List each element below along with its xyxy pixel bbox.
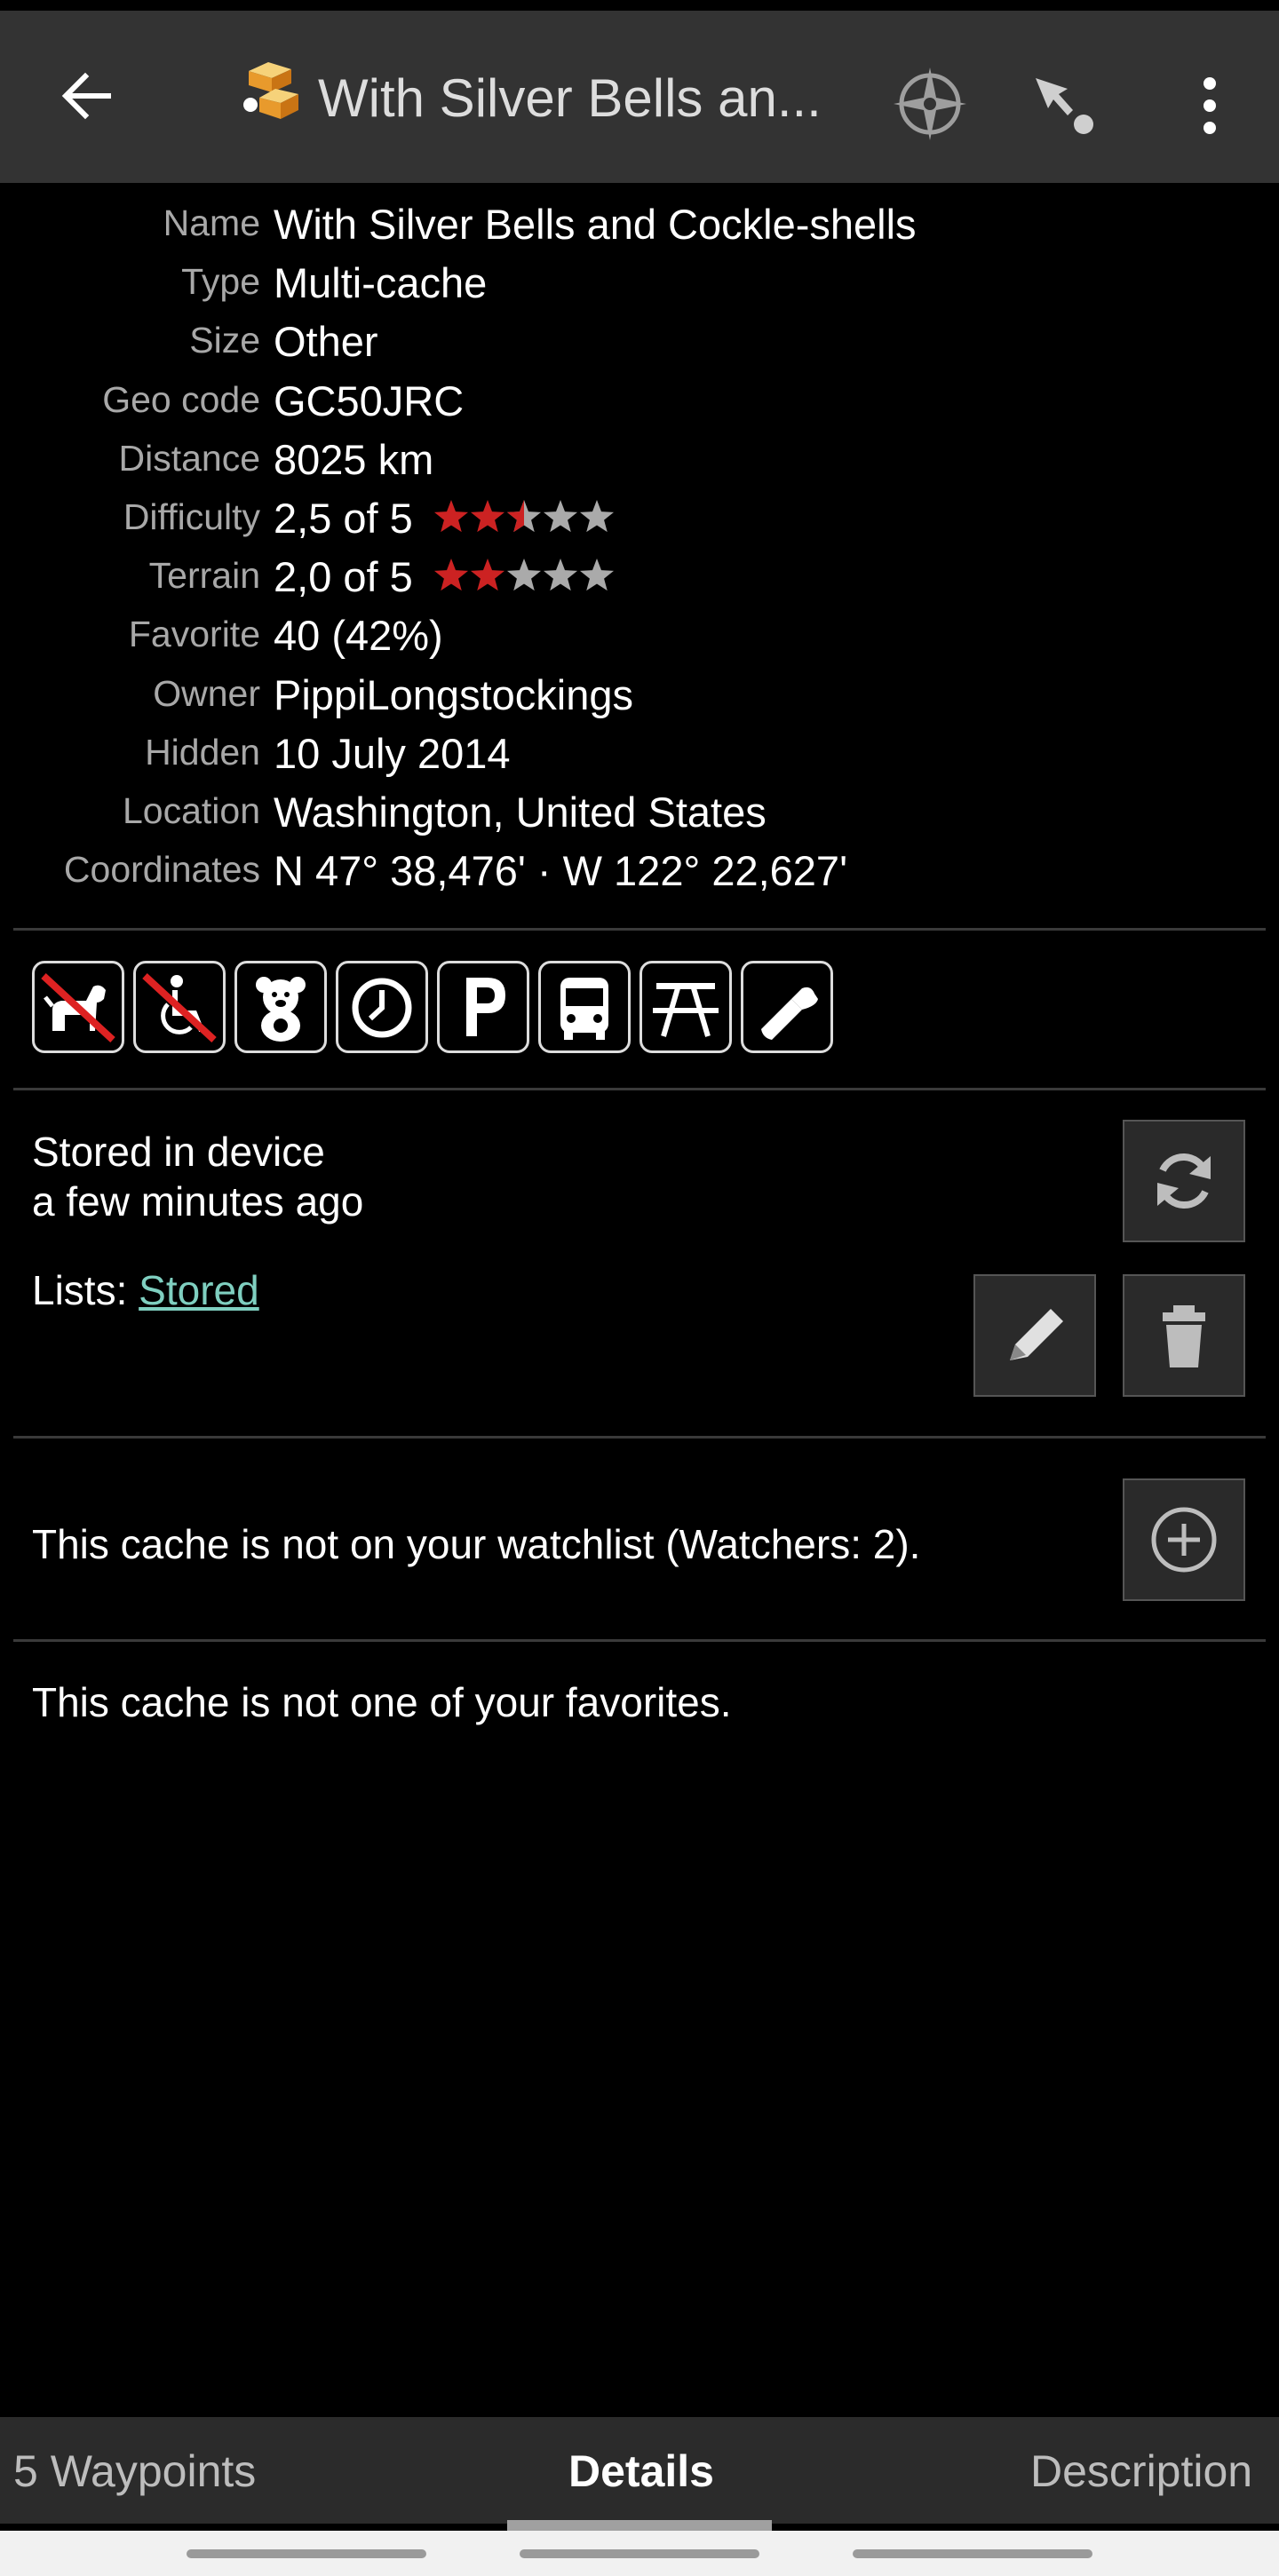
multi-cache-icon <box>236 57 307 128</box>
kid-friendly-icon[interactable] <box>234 961 327 1053</box>
favorite-status: This cache is not one of your favorites. <box>32 1679 732 1725</box>
detail-value: With Silver Bells and Cockle-shells <box>274 201 917 248</box>
detail-label: Coordinates <box>63 849 260 891</box>
stored-status: Stored in device <box>32 1129 325 1175</box>
lists-row: Lists: Stored <box>32 1266 259 1314</box>
detail-label: Type <box>181 261 260 303</box>
detail-row-terrain: Terrain 2,0 of 5 <box>0 550 1279 608</box>
compass-icon[interactable] <box>892 66 968 142</box>
tab-waypoints[interactable]: 5 Waypoints <box>13 2445 256 2497</box>
detail-value: Washington, United States <box>274 788 767 836</box>
public-transport-icon[interactable] <box>538 961 631 1053</box>
detail-value[interactable]: GC50JRC <box>274 376 464 425</box>
more-vert-icon[interactable] <box>1187 75 1233 137</box>
refresh-icon <box>1157 1153 1211 1209</box>
nav-indicator <box>853 2549 1092 2558</box>
not-wheelchair-accessible-icon[interactable] <box>133 961 226 1053</box>
detail-row-size: Size Other <box>0 314 1279 373</box>
detail-row-hidden: Hidden 10 July 2014 <box>0 726 1279 785</box>
detail-value: 40 (42%) <box>274 612 443 660</box>
app-bar: With Silver Bells an... <box>0 11 1279 183</box>
delete-button[interactable] <box>1123 1274 1245 1397</box>
detail-label: Distance <box>118 437 260 479</box>
detail-value: 10 July 2014 <box>274 729 511 777</box>
add-to-watchlist-button[interactable] <box>1123 1478 1245 1601</box>
attribute-icons[interactable] <box>32 961 833 1060</box>
detail-value: 8025 km <box>274 435 434 483</box>
detail-row-location: Location Washington, United States <box>0 785 1279 844</box>
picnic-tables-icon[interactable] <box>640 961 732 1053</box>
detail-row-owner: Owner PippiLongstockings <box>0 668 1279 726</box>
detail-row-type: Type Multi-cache <box>0 256 1279 314</box>
pencil-icon <box>1010 1309 1063 1360</box>
detail-label: Difficulty <box>123 495 260 537</box>
detail-row-name: Name With Silver Bells and Cockle-shells <box>0 197 1279 256</box>
system-nav-bar <box>0 2531 1279 2576</box>
tab-details[interactable]: Details <box>568 2445 714 2497</box>
detail-row-coordinates: Coordinates N 47° 38,476' · W 122° 22,62… <box>0 844 1279 902</box>
divider <box>13 1436 1266 1439</box>
detail-label: Name <box>163 202 260 243</box>
detail-label: Terrain <box>148 555 260 597</box>
detail-label: Location <box>122 789 260 831</box>
list-link-stored[interactable]: Stored <box>139 1267 259 1313</box>
detail-label: Size <box>189 320 260 361</box>
divider <box>13 928 1266 931</box>
tab-bar: 5 Waypoints Details Description <box>0 2417 1279 2524</box>
rating-star <box>433 499 469 533</box>
detail-row-difficulty: Difficulty 2,5 of 5 <box>0 491 1279 550</box>
rating-star <box>543 499 578 533</box>
navigate-icon[interactable] <box>1029 69 1100 140</box>
active-tab-indicator <box>507 2520 772 2531</box>
detail-label: Owner <box>153 672 260 714</box>
detail-row-distance: Distance 8025 km <box>0 432 1279 491</box>
add-circle-icon <box>1151 1507 1217 1573</box>
terrain-stars <box>433 559 615 591</box>
cache-details: Name With Silver Bells and Cockle-shells… <box>0 197 1279 902</box>
parking-icon[interactable] <box>437 961 529 1053</box>
detail-label: Hidden <box>145 731 260 773</box>
divider <box>13 1639 1266 1642</box>
detail-row-geocode: Geo code GC50JRC <box>0 374 1279 432</box>
rating-star <box>470 559 505 591</box>
detail-label: Geo code <box>102 378 260 420</box>
rating-star <box>506 559 542 591</box>
stored-time: a few minutes ago <box>32 1178 364 1225</box>
detail-value: Multi-cache <box>274 259 488 307</box>
nav-indicator <box>187 2549 426 2558</box>
trash-icon <box>1163 1305 1205 1367</box>
available-24-7-icon[interactable] <box>336 961 428 1053</box>
page-title: With Silver Bells an... <box>318 68 822 128</box>
detail-label: Favorite <box>128 614 260 655</box>
rating-star <box>579 499 615 533</box>
no-dogs-icon[interactable] <box>32 961 124 1053</box>
back-arrow-icon[interactable] <box>55 64 119 128</box>
tab-description[interactable]: Description <box>1030 2445 1252 2497</box>
detail-row-favorite: Favorite 40 (42%) <box>0 608 1279 667</box>
detail-value: Other <box>274 318 378 366</box>
edit-lists-button[interactable] <box>973 1274 1096 1397</box>
nav-indicator <box>520 2549 759 2558</box>
rating-star <box>470 499 505 533</box>
refresh-button[interactable] <box>1123 1120 1245 1242</box>
detail-value[interactable]: N 47° 38,476' · W 122° 22,627' <box>274 846 847 895</box>
rating-star <box>579 559 615 591</box>
watchlist-status: This cache is not on your watchlist (Wat… <box>32 1521 921 1567</box>
status-bar <box>0 0 1279 11</box>
lists-label: Lists: <box>32 1267 139 1313</box>
rating-star <box>543 559 578 591</box>
divider <box>13 1088 1266 1090</box>
detail-value: 2,0 of 5 <box>274 553 413 601</box>
difficulty-stars <box>433 499 615 533</box>
rating-star <box>433 559 469 591</box>
detail-value[interactable]: PippiLongstockings <box>274 670 633 719</box>
detail-value: 2,5 of 5 <box>274 494 413 542</box>
flashlight-icon[interactable] <box>741 961 833 1053</box>
